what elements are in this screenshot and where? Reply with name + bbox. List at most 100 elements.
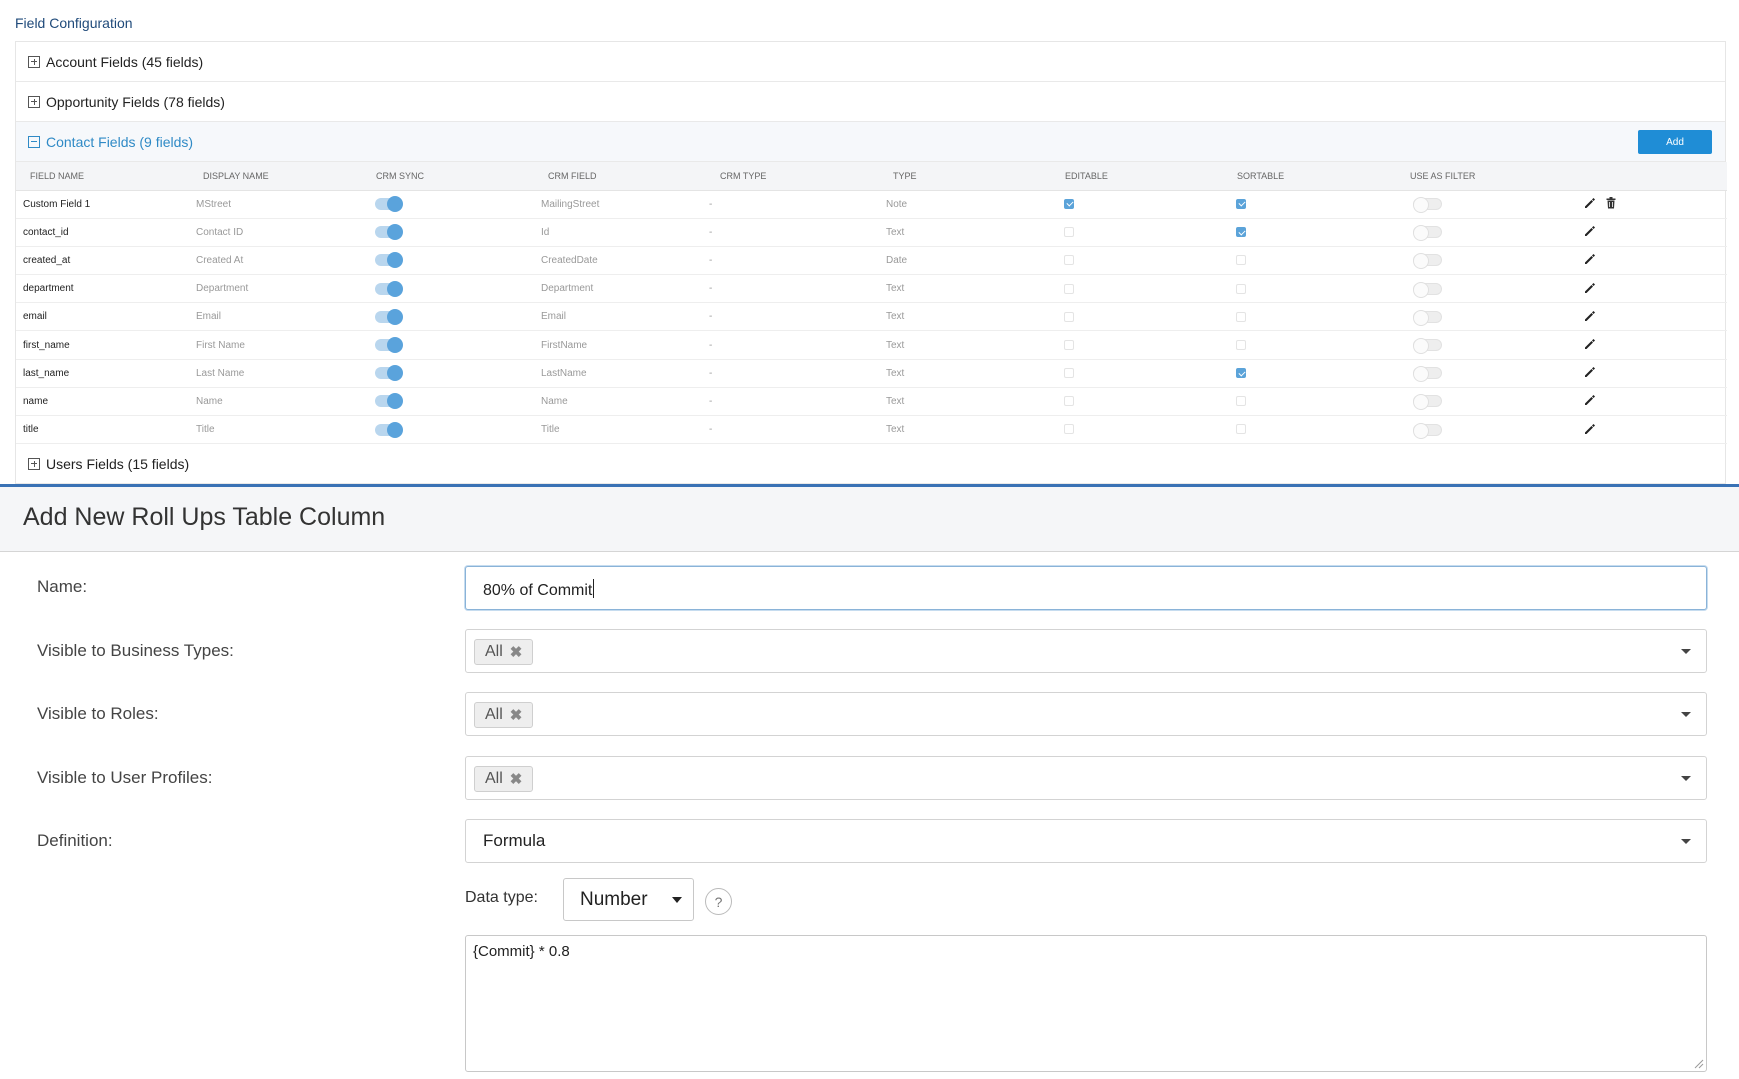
editable-checkbox[interactable] bbox=[1064, 283, 1074, 294]
crm-sync-cell bbox=[362, 387, 534, 417]
help-icon[interactable]: ? bbox=[705, 888, 732, 915]
use-as-filter-toggle[interactable] bbox=[1413, 197, 1442, 214]
pencil-icon[interactable] bbox=[1583, 338, 1597, 352]
expand-icon[interactable] bbox=[28, 55, 40, 68]
sortable-checkbox[interactable] bbox=[1236, 424, 1246, 435]
sortable-checkbox[interactable] bbox=[1236, 227, 1246, 238]
crm-type-cell: - bbox=[706, 274, 879, 304]
crm-sync-cell bbox=[362, 330, 534, 360]
type-cell: Note bbox=[879, 190, 1051, 219]
remove-tag-icon[interactable]: ✖ bbox=[510, 643, 523, 661]
crm-sync-toggle[interactable] bbox=[375, 421, 403, 438]
trash-icon[interactable] bbox=[1606, 197, 1620, 211]
pencil-icon[interactable] bbox=[1583, 394, 1597, 408]
expand-icon[interactable] bbox=[28, 457, 40, 470]
sortable-checkbox[interactable] bbox=[1236, 368, 1246, 379]
pencil-icon[interactable] bbox=[1583, 310, 1597, 324]
sortable-checkbox[interactable] bbox=[1236, 396, 1246, 407]
field-name-cell: Custom Field 1 bbox=[16, 190, 189, 219]
use-as-filter-toggle[interactable] bbox=[1413, 422, 1442, 439]
use-as-filter-toggle[interactable] bbox=[1413, 281, 1442, 298]
section-opportunity-fields[interactable]: Opportunity Fields (78 fields) bbox=[16, 82, 1725, 122]
expand-icon[interactable] bbox=[28, 95, 40, 108]
sortable-checkbox[interactable] bbox=[1236, 339, 1246, 350]
add-field-button[interactable]: Add bbox=[1638, 130, 1712, 154]
definition-select[interactable]: Formula bbox=[465, 819, 1707, 863]
crm-sync-toggle[interactable] bbox=[375, 280, 403, 297]
roles-select[interactable]: All ✖ bbox=[465, 692, 1707, 736]
dropdown-arrow-icon[interactable] bbox=[1681, 776, 1691, 781]
type-cell: Text bbox=[879, 415, 1051, 445]
resize-grip-icon[interactable] bbox=[1694, 1059, 1704, 1069]
table-row: created_at Created At CreatedDate - Date bbox=[16, 246, 1727, 276]
sortable-checkbox[interactable] bbox=[1236, 255, 1246, 266]
crm-sync-toggle[interactable] bbox=[375, 337, 403, 354]
crm-type-cell: - bbox=[706, 359, 879, 388]
crm-field-cell: Name bbox=[534, 387, 706, 417]
formula-textarea[interactable]: {Commit} * 0.8 bbox=[465, 935, 1707, 1072]
editable-checkbox[interactable] bbox=[1064, 368, 1074, 379]
use-as-filter-toggle[interactable] bbox=[1413, 225, 1442, 242]
section-users-fields[interactable]: Users Fields (15 fields) bbox=[16, 444, 1725, 485]
section-contact-fields[interactable]: Contact Fields (9 fields) Add bbox=[16, 122, 1725, 162]
pencil-icon[interactable] bbox=[1583, 366, 1597, 380]
sortable-checkbox[interactable] bbox=[1236, 198, 1246, 209]
pencil-icon[interactable] bbox=[1583, 225, 1597, 239]
editable-checkbox[interactable] bbox=[1064, 198, 1074, 209]
pencil-icon[interactable] bbox=[1583, 253, 1597, 267]
use-as-filter-toggle[interactable] bbox=[1413, 366, 1442, 383]
dropdown-arrow-icon[interactable] bbox=[1681, 712, 1691, 717]
type-cell: Text bbox=[879, 359, 1051, 388]
crm-type-cell: - bbox=[706, 330, 879, 360]
field-name-cell: name bbox=[16, 387, 189, 417]
use-as-filter-cell bbox=[1396, 359, 1568, 388]
use-as-filter-toggle[interactable] bbox=[1413, 253, 1442, 270]
business-types-select[interactable]: All ✖ bbox=[465, 629, 1707, 673]
name-input-value: 80% of Commit bbox=[483, 582, 593, 599]
use-as-filter-toggle[interactable] bbox=[1413, 309, 1442, 326]
crm-type-cell: - bbox=[706, 387, 879, 417]
remove-tag-icon[interactable]: ✖ bbox=[510, 770, 523, 788]
field-name-cell: email bbox=[16, 302, 189, 332]
column-header: USE AS FILTER bbox=[1396, 162, 1568, 191]
table-row: name Name Name - Text bbox=[16, 387, 1727, 417]
editable-checkbox[interactable] bbox=[1064, 311, 1074, 322]
column-header: CRM SYNC bbox=[362, 162, 534, 191]
crm-type-cell: - bbox=[706, 218, 879, 247]
crm-sync-toggle[interactable] bbox=[375, 365, 403, 382]
pencil-icon[interactable] bbox=[1583, 197, 1597, 211]
display-name-cell: Last Name bbox=[189, 359, 362, 388]
roles-label: Visible to Roles: bbox=[37, 704, 159, 723]
use-as-filter-toggle[interactable] bbox=[1413, 394, 1442, 411]
definition-label: Definition: bbox=[37, 831, 113, 850]
editable-checkbox[interactable] bbox=[1064, 255, 1074, 266]
editable-checkbox[interactable] bbox=[1064, 424, 1074, 435]
crm-sync-toggle[interactable] bbox=[375, 252, 403, 269]
pencil-icon[interactable] bbox=[1583, 282, 1597, 296]
crm-sync-toggle[interactable] bbox=[375, 224, 403, 241]
data-type-select[interactable]: Number bbox=[563, 878, 694, 921]
pencil-icon[interactable] bbox=[1583, 423, 1597, 437]
editable-checkbox[interactable] bbox=[1064, 339, 1074, 350]
editable-checkbox[interactable] bbox=[1064, 396, 1074, 407]
tag-all: All ✖ bbox=[474, 766, 534, 792]
section-account-fields[interactable]: Account Fields (45 fields) bbox=[16, 42, 1725, 82]
crm-type-cell: - bbox=[706, 190, 879, 219]
crm-sync-toggle[interactable] bbox=[375, 393, 403, 410]
column-header: EDITABLE bbox=[1051, 162, 1223, 191]
crm-sync-toggle[interactable] bbox=[375, 308, 403, 325]
use-as-filter-toggle[interactable] bbox=[1413, 338, 1442, 355]
type-cell: Text bbox=[879, 302, 1051, 332]
sortable-checkbox[interactable] bbox=[1236, 311, 1246, 322]
dropdown-arrow-icon[interactable] bbox=[1681, 649, 1691, 654]
collapse-icon[interactable] bbox=[28, 135, 40, 148]
editable-checkbox[interactable] bbox=[1064, 227, 1074, 238]
name-input[interactable]: 80% of Commit bbox=[465, 566, 1707, 610]
data-type-value: Number bbox=[580, 889, 648, 910]
user-profiles-select[interactable]: All ✖ bbox=[465, 756, 1707, 800]
crm-sync-toggle[interactable] bbox=[375, 196, 403, 213]
remove-tag-icon[interactable]: ✖ bbox=[510, 706, 523, 724]
dropdown-arrow-icon[interactable] bbox=[1681, 839, 1691, 844]
field-name-cell: department bbox=[16, 274, 189, 304]
sortable-checkbox[interactable] bbox=[1236, 283, 1246, 294]
